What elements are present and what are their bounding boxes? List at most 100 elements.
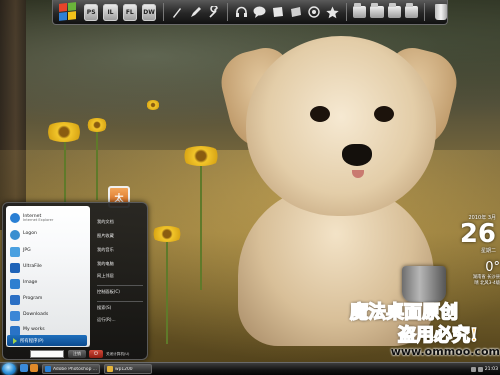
puppy-eye [374,106,394,122]
taskbar-item-photoshop[interactable]: Adobe Photoshop ... [42,364,100,374]
dreamweaver-icon[interactable]: DW [141,3,157,21]
works-icon [10,325,20,336]
place-run[interactable]: 运行(R)... [95,315,145,325]
wrench-icon[interactable] [207,4,221,21]
calendar-day: 26 [459,219,496,249]
recent-item-label: My works [23,327,45,333]
recent-item-downloads[interactable]: Downloads [8,308,88,323]
taskbar-item-label: wp1200 [115,366,133,372]
recycle-bin-icon[interactable] [402,266,446,302]
start-button[interactable] [2,363,16,375]
weather-detail: 晴 北风3-4级 [474,281,500,286]
puppy-tongue [352,170,364,178]
places-divider [97,301,143,302]
puppy-eye [310,106,330,122]
folder-icon [107,366,113,372]
power-button[interactable]: ⏻ [89,350,103,358]
recent-item-label: JPG [23,248,31,254]
arrow-right-icon [13,337,17,344]
place-network[interactable]: 网上邻居 [95,271,145,281]
folder-icon[interactable] [352,3,367,18]
flower-stem [96,130,98,200]
puppy-nose [342,144,372,166]
pen-icon[interactable] [188,4,202,21]
place-pictures[interactable]: 图片收藏 [95,231,145,241]
start-menu: Internet Internet Explorer Logon JPG Ult… [2,202,148,360]
image-icon [10,278,20,289]
windows-logo-icon[interactable] [59,2,76,22]
photoshop-icon[interactable]: PS [84,3,99,21]
pinned-item-internet[interactable]: Internet Internet Explorer [8,210,88,226]
calendar-widget[interactable]: 2010年 3月 26 星期二 [440,214,496,254]
logoff-label: 注销 [73,351,81,356]
folder-icon[interactable] [370,3,384,18]
puppy-head [246,36,436,216]
note-icon[interactable] [271,4,285,21]
star-icon[interactable] [325,4,339,21]
start-menu-programs-pane: Internet Internet Explorer Logon JPG Ult… [6,206,90,347]
start-menu-places-pane: 我的文档 图片收藏 我的音乐 我的电脑 网上邻居 控制面板(C) 搜索(S) 运… [93,206,147,347]
image-viewer-icon [10,246,20,257]
recent-item-label: UltraFile [23,264,42,270]
pinned-item-logon[interactable]: Logon [8,227,88,242]
recent-item-program[interactable]: Program [8,292,88,307]
toolbar-separator [227,3,228,21]
watermark-notice: 盗用必究! [397,324,478,347]
system-tray: 21:03 [452,364,498,374]
place-control-panel[interactable]: 控制面板(C) [95,287,145,297]
window-icon[interactable] [289,4,303,21]
recent-item-label: Downloads [23,312,49,318]
taskbar-item-wp1200[interactable]: wp1200 [104,364,152,374]
flower-stem [200,160,202,290]
start-menu-footer: 注销 ⏻ 关闭计算机(U) [6,349,147,359]
quick-launch-bar: PS IL FL DW [52,0,448,25]
all-programs-label: 所有程序(P) [20,338,44,344]
logoff-button[interactable]: 注销 [68,350,86,358]
flower [150,226,184,242]
flower-stem [166,234,168,344]
place-documents[interactable]: 我的文档 [95,217,145,227]
photoshop-icon [45,366,51,372]
show-desktop-icon[interactable] [20,364,28,372]
recent-item-image[interactable]: Image [8,276,88,291]
ultrafile-icon [10,262,20,273]
taskbar-item-label: Adobe Photoshop ... [53,366,97,372]
power-label: 关闭计算机(U) [106,351,130,356]
tray-clock[interactable]: 21:03 [485,367,498,372]
toolbar-separator [424,3,426,21]
flower [44,122,84,142]
illustrator-icon[interactable]: IL [103,3,118,21]
network-icon[interactable] [470,366,476,372]
pinned-item-sublabel: Internet Explorer [23,218,54,223]
globe-icon[interactable] [307,4,321,21]
flower [86,118,108,132]
weather-widget[interactable]: 0° 湖南省 长沙县 晴 北风3-4级 [462,260,500,287]
downloads-icon [10,310,20,321]
internet-explorer-icon [10,213,20,223]
folder-icon[interactable] [405,3,419,18]
chat-icon[interactable] [252,4,266,21]
toolbar-separator [163,3,165,21]
place-search[interactable]: 搜索(S) [95,303,145,313]
recent-item-ultrafile[interactable]: UltraFile [8,260,88,275]
program-icon [10,294,20,305]
brush-icon[interactable] [170,4,184,21]
weather-temperature: 0° [485,260,500,275]
recent-item-label: Program [23,296,43,302]
start-search-input[interactable] [30,350,64,358]
recent-item-jpg[interactable]: JPG [8,244,88,259]
browser-icon[interactable] [30,364,38,372]
places-divider [97,285,143,286]
toolbar-separator [345,3,347,21]
pinned-item-text: Internet Internet Explorer [23,213,53,224]
volume-icon[interactable] [477,366,483,372]
place-music[interactable]: 我的音乐 [95,245,145,255]
flash-icon[interactable]: FL [122,3,137,21]
trash-icon[interactable] [435,4,448,20]
logon-icon [10,229,20,240]
power-icon: ⏻ [94,351,98,357]
headphones-icon[interactable] [234,4,248,21]
place-computer[interactable]: 我的电脑 [95,259,145,269]
folder-icon[interactable] [387,3,401,18]
all-programs-button[interactable]: 所有程序(P) [7,335,87,346]
